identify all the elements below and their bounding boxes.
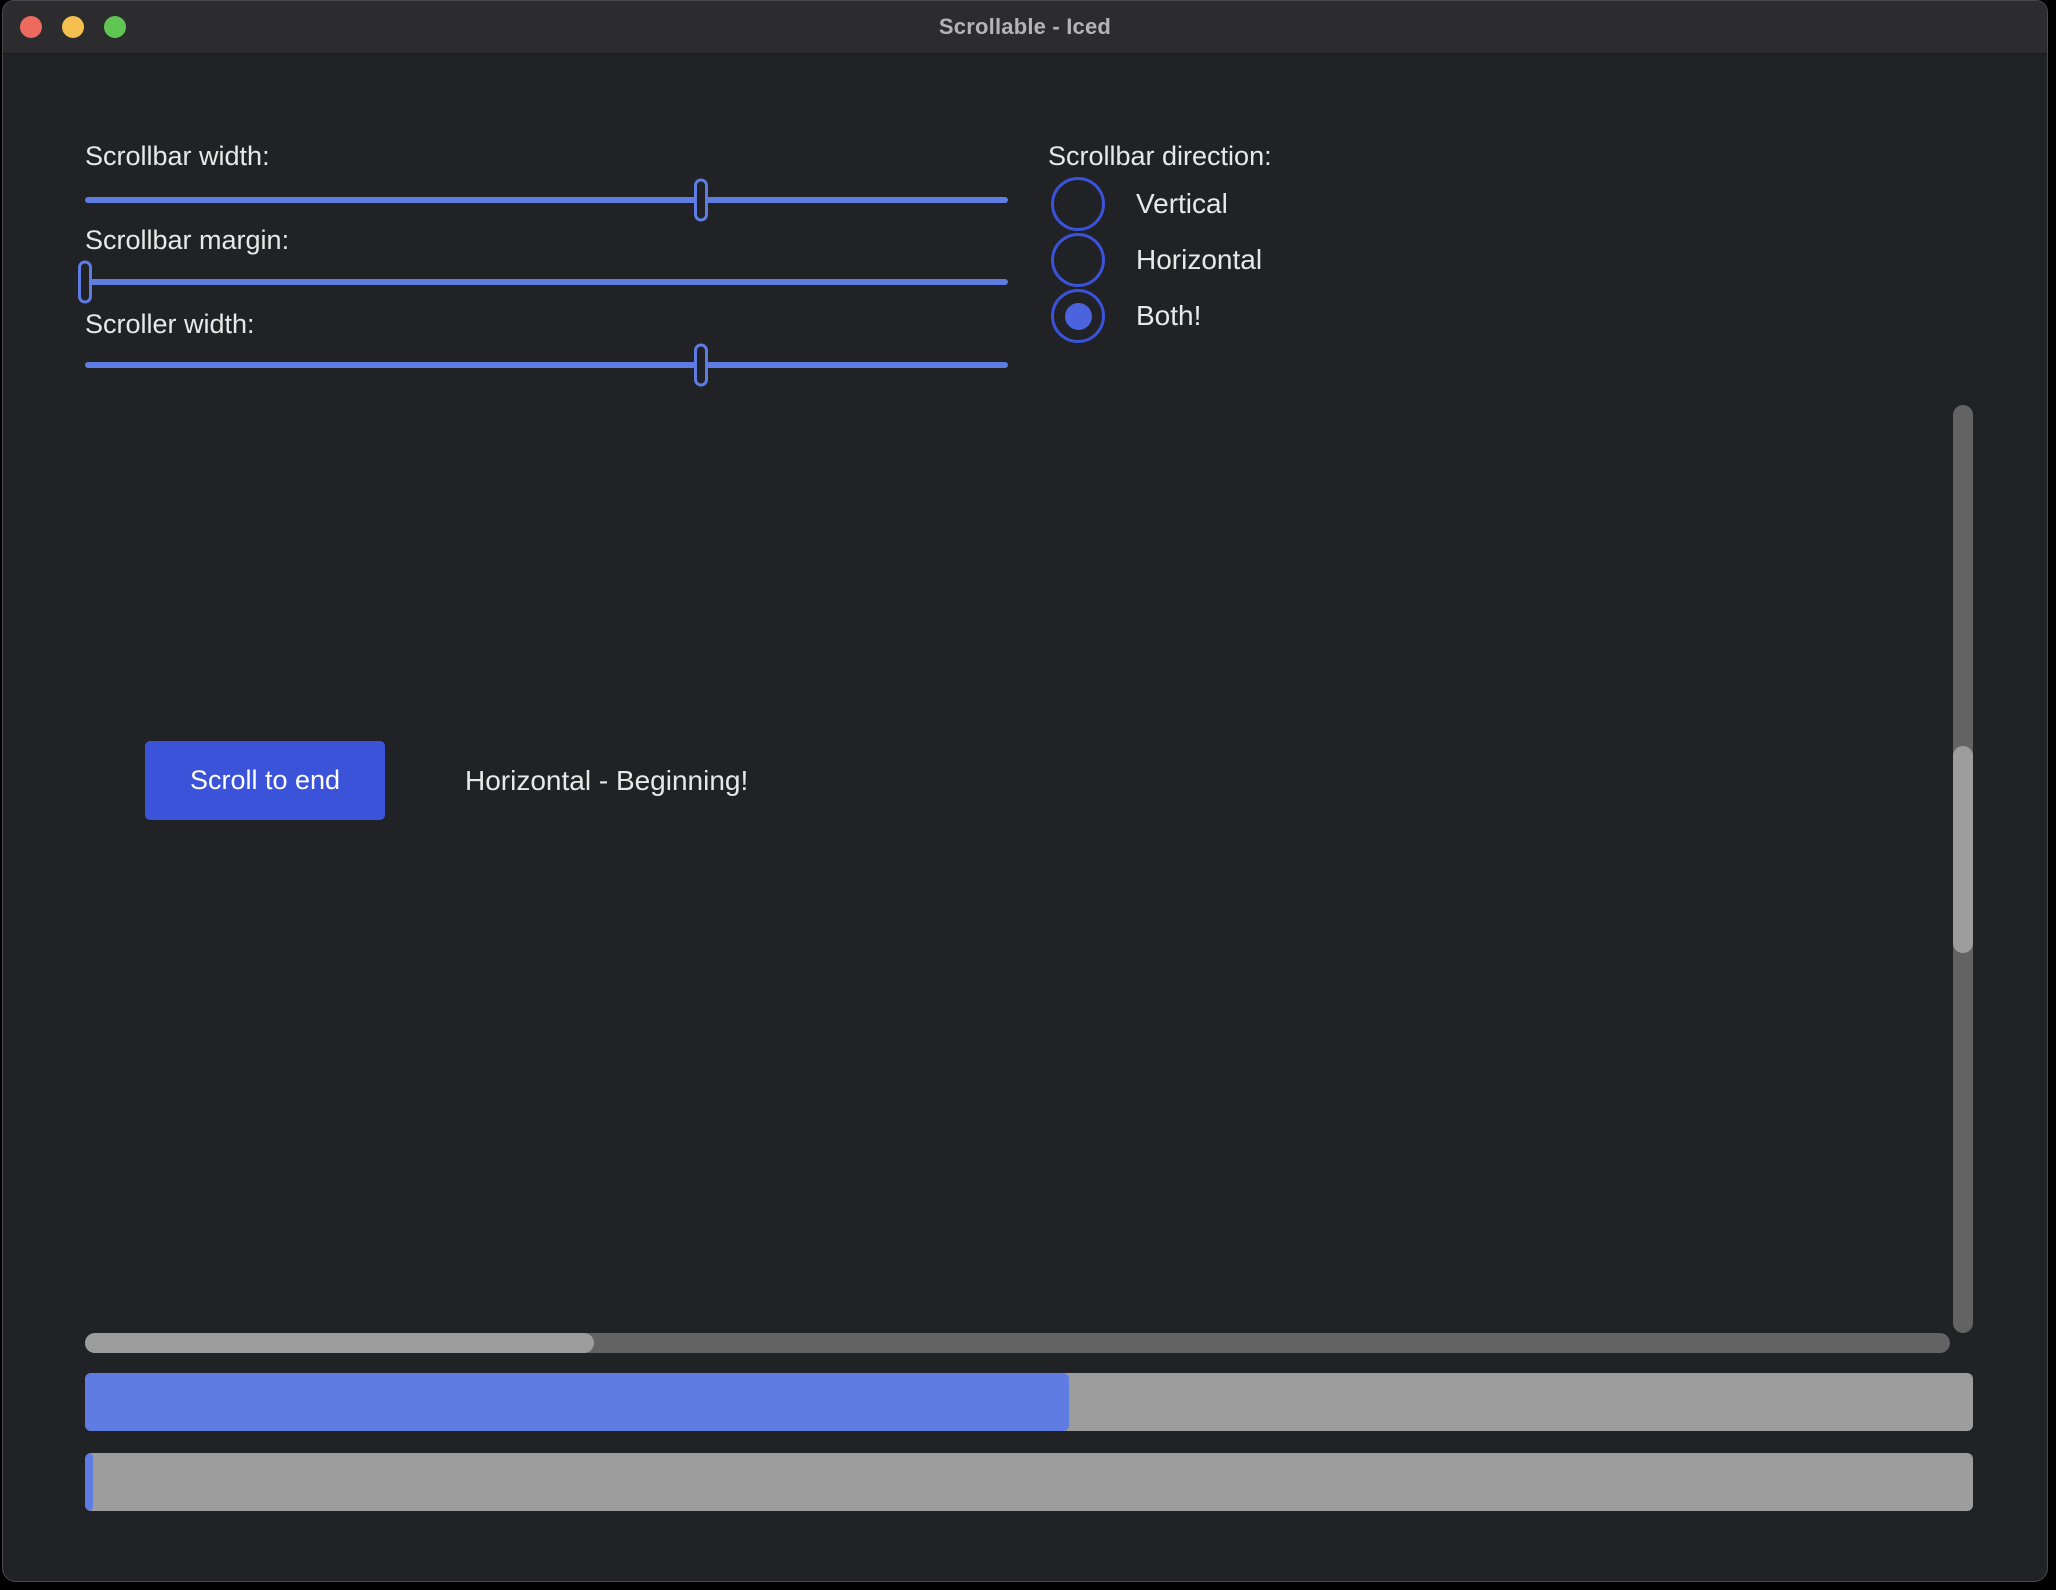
traffic-lights (20, 1, 126, 53)
slider-handle[interactable] (694, 344, 708, 387)
radio-option-horizontal[interactable]: Horizontal (1051, 233, 1262, 287)
main-content: Scrollbar width: Scrollbar margin: Scrol… (3, 55, 2047, 1581)
zoom-button[interactable] (104, 16, 126, 38)
window-title: Scrollable - Iced (939, 14, 1111, 40)
slider-handle[interactable] (694, 179, 708, 222)
scroller-width-slider[interactable] (85, 343, 1008, 387)
app-window: Scrollable - Iced Scrollbar width: Scrol… (2, 0, 2048, 1582)
horizontal-scrollbar[interactable] (85, 1333, 1950, 1353)
close-button[interactable] (20, 16, 42, 38)
titlebar: Scrollable - Iced (3, 1, 2047, 54)
scrollbar-margin-label: Scrollbar margin: (85, 225, 289, 256)
slider-rail[interactable] (85, 197, 1008, 203)
scrollbar-direction-label: Scrollbar direction: (1048, 141, 1272, 172)
progress-fill (85, 1373, 1069, 1431)
minimize-button[interactable] (62, 16, 84, 38)
scrollbar-width-slider[interactable] (85, 178, 1008, 222)
horizontal-scroller[interactable] (85, 1333, 594, 1353)
scrollbar-width-label: Scrollbar width: (85, 141, 270, 172)
radio-label: Horizontal (1136, 244, 1262, 276)
vertical-scroller[interactable] (1953, 746, 1973, 954)
scrollbar-margin-slider[interactable] (85, 260, 1008, 304)
progress-fill (85, 1453, 93, 1511)
radio-label: Vertical (1136, 188, 1228, 220)
radio-label: Both! (1136, 300, 1201, 332)
radio-circle-icon[interactable] (1051, 233, 1105, 287)
radio-option-both[interactable]: Both! (1051, 289, 1262, 343)
radio-circle-icon[interactable] (1051, 177, 1105, 231)
vertical-scrollbar[interactable] (1953, 405, 1973, 1333)
radio-dot-icon (1065, 303, 1092, 330)
slider-handle[interactable] (78, 261, 92, 304)
slider-rail[interactable] (85, 362, 1008, 368)
radio-circle-icon[interactable] (1051, 289, 1105, 343)
scroll-status-text: Horizontal - Beginning! (465, 741, 748, 820)
scrollbar-direction-group: Vertical Horizontal Both! (1051, 177, 1262, 343)
radio-option-vertical[interactable]: Vertical (1051, 177, 1262, 231)
vertical-progress-bar (85, 1373, 1973, 1431)
horizontal-progress-bar (85, 1453, 1973, 1511)
scroll-to-end-button[interactable]: Scroll to end (145, 741, 385, 820)
scroller-width-label: Scroller width: (85, 309, 255, 340)
slider-rail[interactable] (85, 279, 1008, 285)
